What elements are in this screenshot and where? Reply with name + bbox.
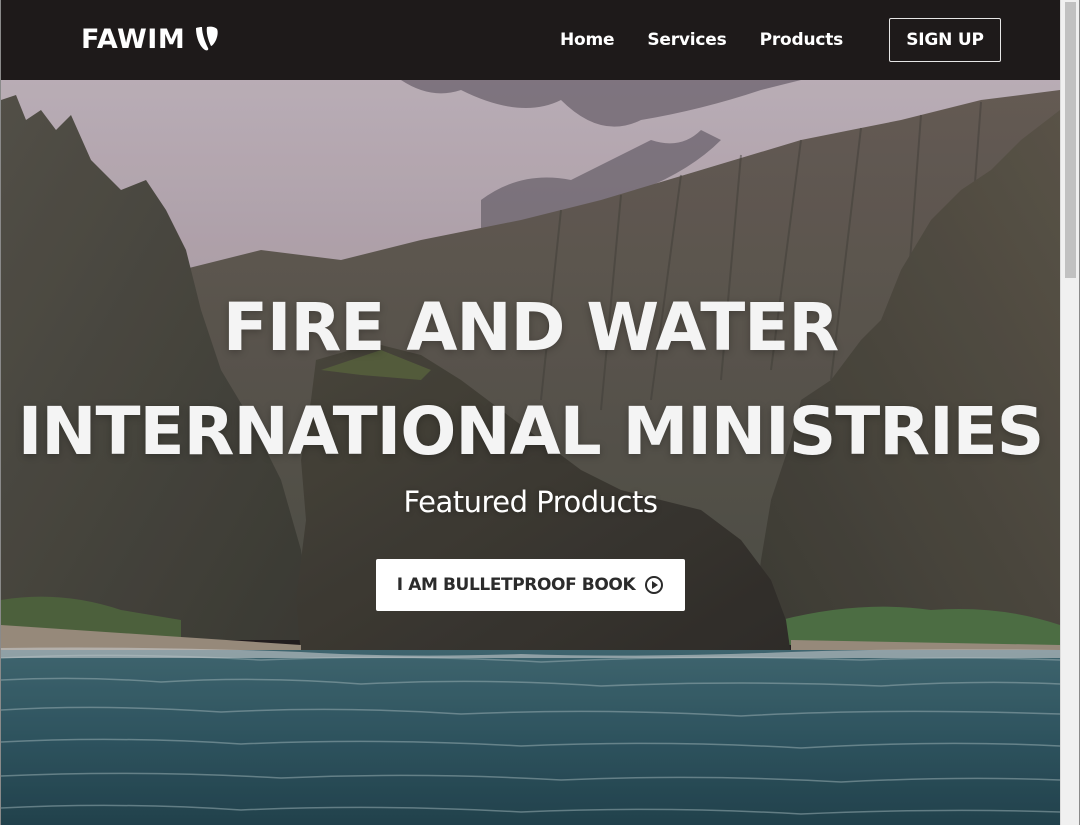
nav-link-products[interactable]: Products [760, 28, 844, 52]
nav-link-home[interactable]: Home [560, 28, 615, 52]
vertical-scrollbar[interactable] [1060, 0, 1079, 825]
hero-title: FIRE AND WATER INTERNATIONAL MINISTRIES [1, 276, 1060, 484]
nav-link-services[interactable]: Services [647, 28, 726, 52]
signup-button[interactable]: SIGN UP [889, 18, 1001, 62]
typo3-logo-icon [196, 26, 218, 51]
hero-title-line-1: FIRE AND WATER [222, 289, 839, 366]
scrollbar-thumb[interactable] [1065, 2, 1076, 278]
play-circle-icon [645, 576, 664, 594]
featured-product-button[interactable]: I AM BULLETPROOF BOOK [376, 559, 685, 611]
top-navbar: FAWIM Home Services Products SIGN UP [1, 0, 1060, 80]
nav-links: Home Services Products [560, 0, 876, 80]
brand-logo[interactable]: FAWIM [81, 22, 221, 58]
brand-text: FAWIM [81, 24, 186, 55]
hero-subtitle: Featured Products [403, 485, 658, 519]
cta-label: I AM BULLETPROOF BOOK [396, 575, 636, 595]
hero-section: FIRE AND WATER INTERNATIONAL MINISTRIES … [1, 80, 1060, 825]
hero-title-line-2: INTERNATIONAL MINISTRIES [17, 393, 1045, 470]
